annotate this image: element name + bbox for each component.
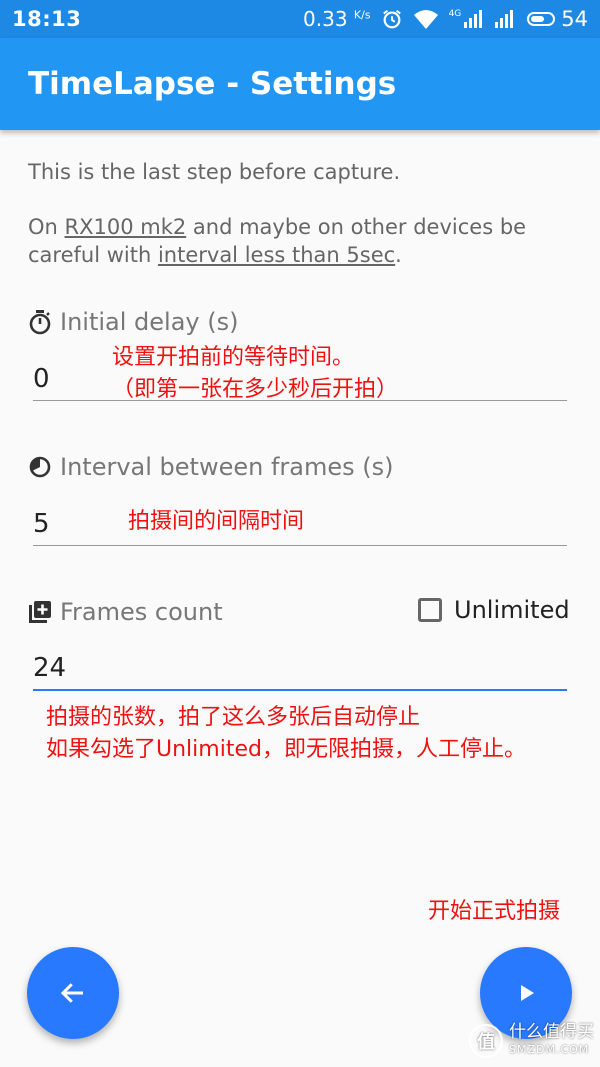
- frames-annotation: 拍摄的张数，拍了这么多张后自动停止 如果勾选了Unlimited，即无限拍摄，人…: [46, 702, 526, 766]
- frames-count-label-text: Frames count: [60, 598, 223, 626]
- watermark: 值 什么值得买 SMZDM.COM: [469, 1023, 594, 1059]
- frames-count-input[interactable]: [33, 647, 567, 691]
- page-title: TimeLapse - Settings: [28, 66, 397, 102]
- wifi-icon: [413, 10, 438, 29]
- battery-icon: [527, 12, 556, 26]
- watermark-cn: 什么值得买: [509, 1022, 594, 1042]
- initial-delay-label: Initial delay (s): [28, 308, 238, 336]
- cellular-4g: 4G: [449, 9, 484, 29]
- delay-annotation-line-1: 设置开拍前的等待时间。: [112, 345, 355, 370]
- intro-suffix: .: [395, 243, 402, 267]
- delay-annotation-line-2: （即第一张在多少秒后开拍）: [112, 377, 399, 402]
- play-icon: [521, 985, 534, 1001]
- interval-label: Interval between frames (s): [28, 453, 393, 481]
- unlimited-checkbox[interactable]: [418, 598, 442, 622]
- delay-annotation: 设置开拍前的等待时间。 （即第一张在多少秒后开拍）: [112, 342, 398, 406]
- status-icons: 0.33 K/s 4G 54: [303, 7, 588, 31]
- watermark-en: SMZDM.COM: [509, 1043, 590, 1056]
- interval-warning-link[interactable]: interval less than 5sec: [158, 243, 395, 267]
- status-bar: 18:13 0.33 K/s 4G 54: [0, 0, 600, 38]
- battery-indicator: 54: [527, 7, 588, 31]
- initial-delay-label-text: Initial delay (s): [60, 308, 239, 336]
- network-type-label: 4G: [448, 9, 462, 19]
- frames-annotation-line-2: 如果勾选了Unlimited，即无限拍摄，人工停止。: [46, 737, 526, 762]
- intro-text: This is the last step before capture. On…: [28, 158, 568, 296]
- battery-level: 54: [561, 7, 588, 31]
- signal-icon: [464, 10, 483, 28]
- intro-prefix: On: [28, 215, 65, 239]
- interval-label-text: Interval between frames (s): [60, 453, 394, 481]
- back-button[interactable]: [27, 947, 119, 1039]
- app-bar: TimeLapse - Settings: [0, 38, 600, 130]
- add-box-icon: [29, 601, 51, 623]
- interval-icon: [29, 456, 51, 478]
- intro-line-1: This is the last step before capture.: [28, 160, 401, 184]
- network-speed-value: 0.33: [303, 7, 348, 31]
- rx100-link[interactable]: RX100 mk2: [65, 215, 187, 239]
- status-time: 18:13: [12, 7, 82, 31]
- intro-line-2: On RX100 mk2 and maybe on other devices …: [28, 213, 568, 269]
- network-speed: 0.33 K/s: [303, 7, 371, 31]
- frames-count-label: Frames count: [28, 598, 223, 626]
- network-speed-unit: K/s: [353, 8, 371, 22]
- unlimited-label: Unlimited: [454, 596, 570, 624]
- arrow-back-icon: [60, 983, 83, 1003]
- start-annotation: 开始正式拍摄: [428, 899, 561, 924]
- signal-icon-2: [495, 10, 514, 28]
- unlimited-option[interactable]: Unlimited: [418, 596, 570, 624]
- timer-icon: [29, 310, 51, 335]
- interval-annotation: 拍摄间的间隔时间: [128, 509, 305, 534]
- watermark-text: 什么值得买 SMZDM.COM: [509, 1023, 594, 1059]
- alarm-icon: [382, 9, 401, 29]
- watermark-logo: 值: [469, 1024, 503, 1058]
- frames-annotation-line-1: 拍摄的张数，拍了这么多张后自动停止: [46, 705, 421, 730]
